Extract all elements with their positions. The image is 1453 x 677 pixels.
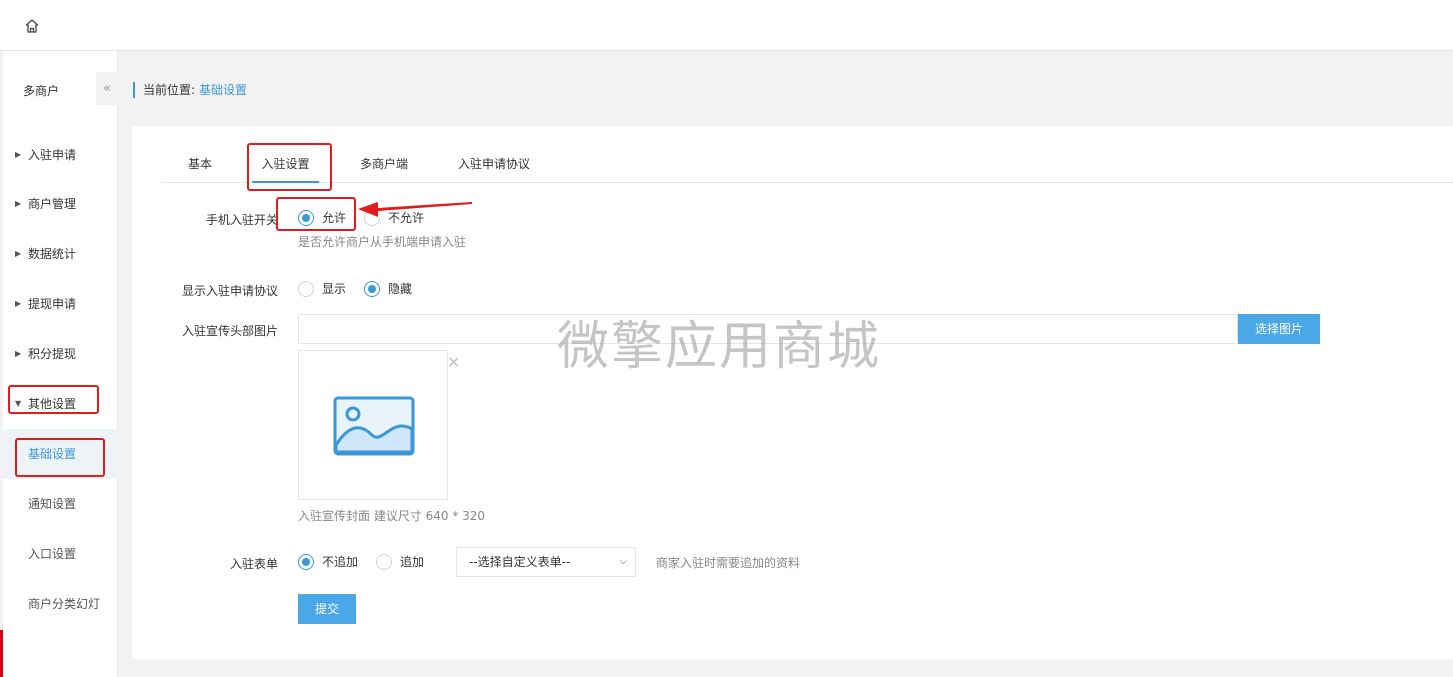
remove-image-icon[interactable]: ×: [447, 352, 460, 371]
sidebar-item-label: 积分提现: [28, 347, 77, 361]
image-placeholder-icon: [333, 396, 415, 456]
sidebar-item-merchants[interactable]: ▶ 商户管理: [3, 179, 118, 229]
caret-right-icon: ▶: [15, 349, 22, 358]
sidebar-item-label: 提现申请: [28, 297, 77, 311]
caret-right-icon: ▶: [15, 299, 22, 308]
sidebar-item-statistics[interactable]: ▶ 数据统计: [3, 229, 118, 279]
radio-append[interactable]: 追加: [376, 553, 424, 570]
tab-multi-merchant[interactable]: 多商户端: [360, 146, 408, 183]
window-edge-accent: [0, 630, 3, 677]
collapse-sidebar-button[interactable]: «: [96, 72, 118, 105]
radio-label: 隐藏: [388, 282, 413, 296]
entry-form-radios: 不追加 追加: [298, 553, 442, 570]
sidebar-subitem-entry-settings[interactable]: 入口设置: [3, 529, 118, 579]
chevron-down-icon: ⌵: [619, 556, 627, 567]
sidebar: 多商户 « ▶ 入驻申请 ▶ 商户管理 ▶ 数据统计 ▶ 提现申请 ▶ 积分提现…: [3, 51, 118, 677]
home-icon[interactable]: [24, 18, 40, 34]
radio-dot: [298, 553, 314, 570]
tab-entry-agreement[interactable]: 入驻申请协议: [458, 146, 530, 183]
caret-right-icon: ▶: [15, 249, 22, 258]
image-preview: [298, 350, 448, 500]
radio-label: 显示: [322, 282, 347, 296]
breadcrumb-current[interactable]: 基础设置: [199, 83, 247, 97]
show-agreement-label: 显示入驻申请协议: [181, 284, 278, 298]
sidebar-item-label: 商户管理: [28, 197, 77, 211]
annotation-box-tab: [247, 143, 332, 191]
radio-dot: [364, 280, 381, 297]
sidebar-subitem-category-slides[interactable]: 商户分类幻灯: [3, 579, 118, 629]
annotation-box-other-settings: [8, 385, 99, 414]
radio-label: 不追加: [322, 555, 359, 569]
tab-basic[interactable]: 基本: [188, 146, 212, 183]
radio-label: 追加: [400, 555, 425, 569]
tab-bar: 基本 入驻设置 多商户端 入驻申请协议: [162, 146, 1453, 183]
sidebar-item-points-withdraw[interactable]: ▶ 积分提现: [3, 329, 118, 379]
radio-show[interactable]: 显示: [298, 280, 346, 297]
top-header: [0, 0, 1453, 51]
custom-form-select[interactable]: --选择自定义表单-- ⌵: [456, 547, 636, 577]
caret-right-icon: ▶: [15, 199, 22, 208]
entry-form-label: 入驻表单: [229, 557, 278, 571]
mobile-switch-label: 手机入驻开关: [205, 213, 278, 227]
sidebar-item-label: 数据统计: [28, 247, 77, 261]
show-agreement-radios: 显示 隐藏: [298, 280, 430, 297]
sidebar-item-label: 入驻申请: [28, 148, 77, 162]
radio-no-append[interactable]: 不追加: [298, 553, 358, 570]
radio-dot: [298, 280, 314, 297]
annotation-box-allow: [276, 197, 356, 231]
sidebar-item-apply[interactable]: ▶ 入驻申请: [3, 130, 118, 180]
sidebar-subitem-notice-settings[interactable]: 通知设置: [3, 479, 118, 529]
sidebar-item-withdraw[interactable]: ▶ 提现申请: [3, 279, 118, 329]
submit-button[interactable]: 提交: [298, 594, 356, 624]
sidebar-title: 多商户: [23, 84, 60, 98]
radio-hide[interactable]: 隐藏: [364, 280, 412, 297]
radio-dot: [376, 553, 393, 570]
breadcrumb: 当前位置: 基础设置: [133, 82, 247, 98]
breadcrumb-prefix: 当前位置:: [143, 83, 196, 97]
mobile-switch-help: 是否允许商户从手机端申请入驻: [298, 235, 467, 249]
entry-form-help: 商家入驻时需要追加的资料: [656, 556, 801, 570]
header-image-label: 入驻宣传头部图片: [181, 324, 278, 338]
annotation-arrow-icon: [358, 202, 472, 217]
header-image-help: 入驻宣传封面 建议尺寸 640 * 320: [298, 509, 486, 523]
choose-image-button[interactable]: 选择图片: [1238, 314, 1320, 344]
caret-right-icon: ▶: [15, 150, 22, 159]
annotation-box-basic-settings: [15, 438, 105, 477]
watermark-text: 微擎应用商城: [557, 317, 882, 377]
custom-form-select-value: --选择自定义表单--: [469, 555, 571, 569]
